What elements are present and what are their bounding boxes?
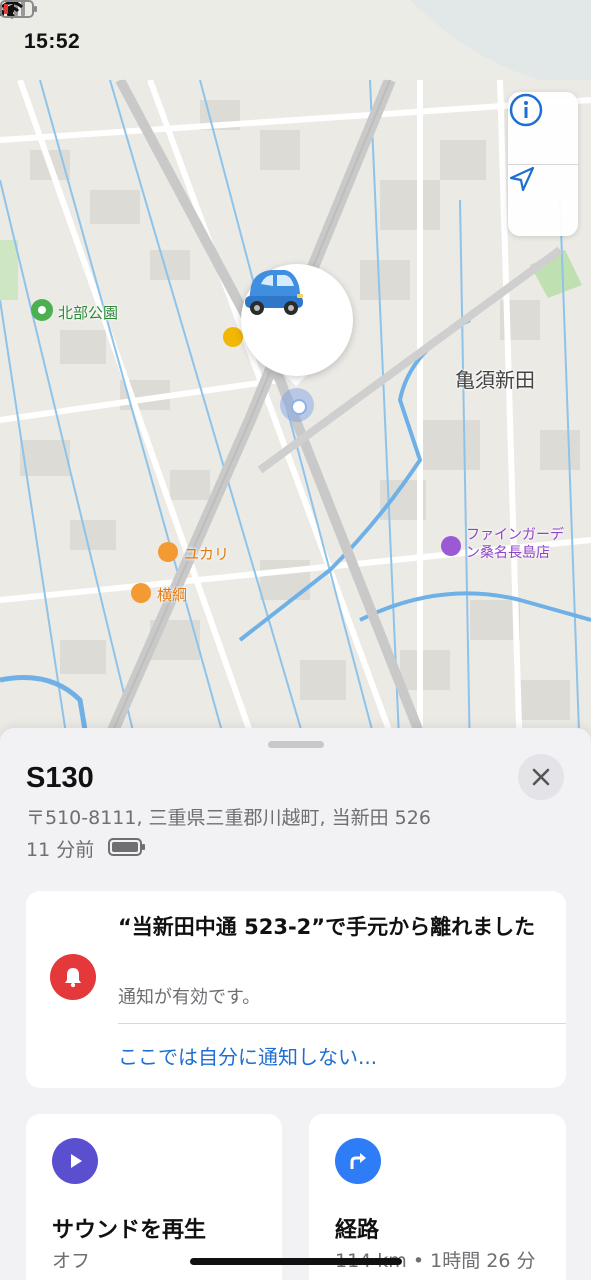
device-name: S130 [26, 762, 94, 794]
location-arrow-icon [509, 166, 535, 192]
map-label-cafe-yokozuna[interactable]: 横綱 [157, 584, 187, 605]
map-label-district: 亀須新田 [455, 368, 535, 392]
car-icon [245, 270, 303, 315]
alert-divider [118, 1023, 566, 1024]
close-button[interactable] [518, 754, 564, 800]
locate-button[interactable] [508, 165, 578, 237]
sheet-grabber[interactable] [268, 741, 324, 748]
turn-right-arrow-icon [350, 1153, 366, 1169]
alert-subtitle: 通知が有効です。 [118, 987, 261, 1008]
play-sound-status: オフ [52, 1250, 91, 1272]
dont-notify-here-link[interactable]: ここでは自分に通知しない... [118, 1041, 377, 1070]
map-label-shop[interactable]: ファインガーデ ン桑名長島店 [466, 526, 564, 562]
info-button[interactable] [508, 92, 578, 164]
notification-bell-button[interactable] [50, 954, 96, 1000]
bell-icon [65, 968, 81, 988]
battery-icon [0, 0, 37, 18]
info-icon [509, 93, 543, 127]
alert-title: “当新田中通 523-2”で手元から離れました [118, 915, 536, 939]
home-indicator[interactable] [190, 1258, 402, 1265]
directions-button[interactable] [335, 1138, 381, 1184]
map-label-cafe-yukari[interactable]: ユカリ [184, 543, 229, 564]
device-detail-sheet: S130 〒510-8111, 三重県三重郡川越町, 当新田 526 11 分前… [0, 728, 591, 1280]
device-battery-icon [108, 838, 145, 856]
map-view[interactable]: 北部公園 亀須新田 ユカリ 横綱 ファインガーデ ン桑名長島店 15:52 [0, 0, 591, 760]
separation-alert-card: “当新田中通 523-2”で手元から離れました 通知が有効です。 ここでは自分に… [26, 891, 566, 1088]
map-label-shop-line1: ファインガーデ [466, 527, 564, 543]
clock: 15:52 [24, 30, 81, 53]
device-address: 〒510-8111, 三重県三重郡川越町, 当新田 526 [26, 807, 431, 829]
directions-title: 経路 [335, 1218, 380, 1243]
play-sound-button[interactable] [52, 1138, 98, 1184]
device-pin[interactable] [241, 264, 353, 376]
map-label-park[interactable]: 北部公園 [58, 302, 118, 323]
last-seen-time: 11 分前 [26, 839, 95, 861]
close-icon [532, 768, 550, 786]
status-bar: 15:52 [0, 0, 591, 80]
play-icon [71, 1154, 82, 1168]
map-controls [508, 92, 578, 236]
play-sound-card[interactable]: サウンドを再生 オフ [26, 1114, 282, 1280]
directions-card[interactable]: 経路 114 km • 1時間 26 分 [309, 1114, 566, 1280]
map-label-shop-line2: ン桑名長島店 [466, 545, 550, 561]
location-accuracy-dot [280, 388, 314, 422]
play-sound-title: サウンドを再生 [52, 1218, 207, 1243]
